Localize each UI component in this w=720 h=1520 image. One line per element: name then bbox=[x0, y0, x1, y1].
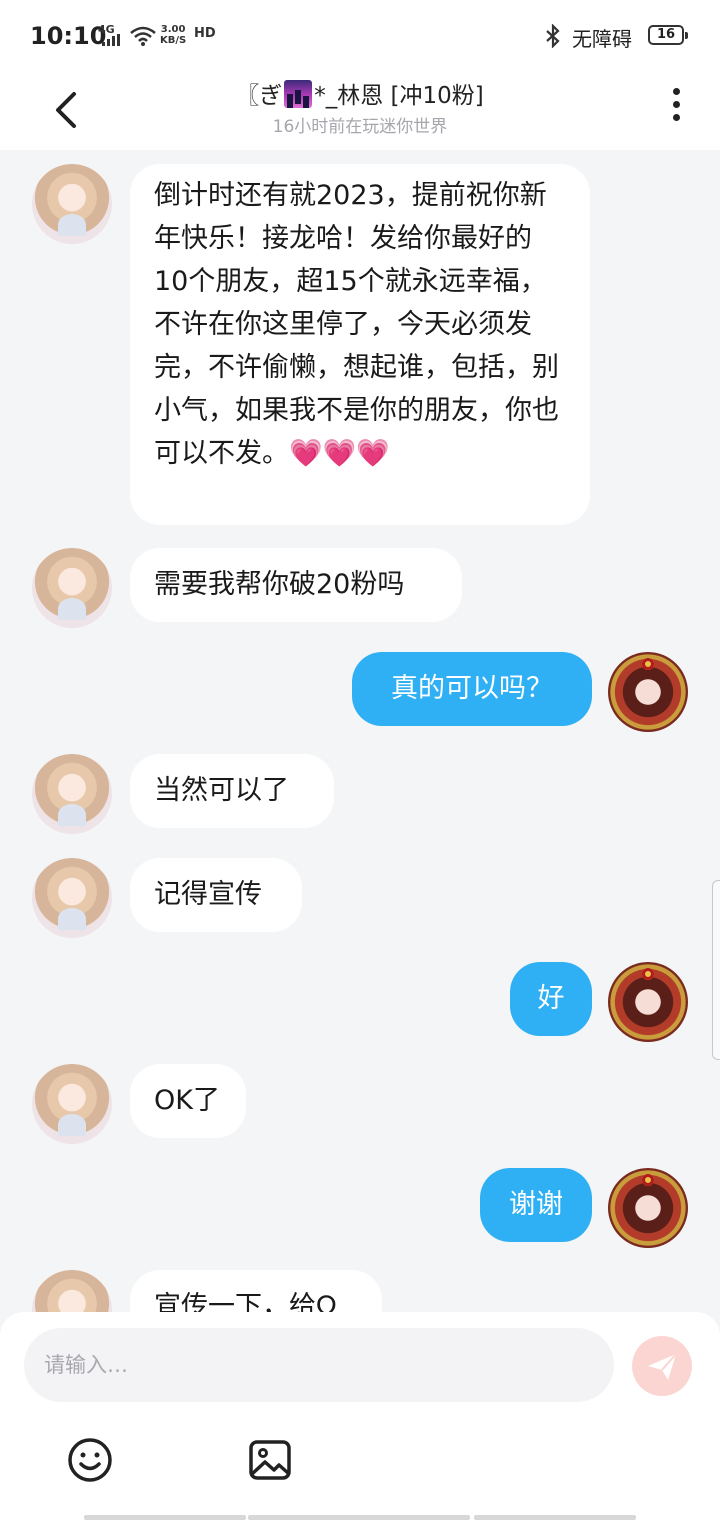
contact-avatar[interactable] bbox=[32, 1064, 112, 1144]
my-avatar[interactable] bbox=[608, 652, 688, 732]
contact-avatar[interactable] bbox=[32, 858, 112, 938]
nav-bar-segment bbox=[248, 1515, 470, 1520]
image-icon bbox=[249, 1440, 291, 1480]
message-bubble-outgoing: 好 bbox=[510, 962, 592, 1036]
nav-bar-segment bbox=[474, 1515, 636, 1520]
speed-unit: KB/S bbox=[160, 35, 187, 46]
last-active-status: 16小时前在玩迷你世界 bbox=[272, 117, 448, 137]
contact-avatar[interactable] bbox=[32, 754, 112, 834]
send-button[interactable] bbox=[632, 1336, 692, 1396]
more-vertical-icon bbox=[660, 88, 692, 121]
my-avatar[interactable] bbox=[608, 962, 688, 1042]
signal-icon bbox=[102, 34, 120, 46]
title-prefix: 〖ぎ bbox=[236, 83, 283, 109]
wifi-icon bbox=[130, 26, 156, 46]
speed-value: 3.00 bbox=[160, 24, 186, 35]
my-avatar[interactable] bbox=[608, 1168, 688, 1248]
input-bar bbox=[0, 1312, 720, 1520]
message-bubble-incoming: 当然可以了 bbox=[130, 754, 334, 828]
more-options-button[interactable] bbox=[660, 82, 692, 138]
chat-header: 〖ぎ *_林恩 [冲10粉] 16小时前在玩迷你世界 bbox=[0, 70, 720, 150]
title-suffix: *_林恩 [冲10粉] bbox=[314, 83, 484, 109]
emoji-button[interactable] bbox=[66, 1436, 114, 1484]
city-night-emoji-icon bbox=[284, 80, 313, 108]
accessibility-label: 无障碍 bbox=[572, 27, 632, 51]
contact-avatar[interactable] bbox=[32, 548, 112, 628]
paper-plane-icon bbox=[648, 1353, 677, 1380]
contact-avatar[interactable] bbox=[32, 1270, 112, 1312]
image-button[interactable] bbox=[246, 1436, 294, 1484]
network-speed: 3.00 KB/S bbox=[160, 24, 186, 46]
chat-title: 〖ぎ *_林恩 [冲10粉] bbox=[140, 76, 580, 110]
message-bubble-incoming: 记得宣传 bbox=[130, 858, 302, 932]
message-input[interactable] bbox=[24, 1328, 614, 1402]
message-bubble-outgoing: 真的可以吗？ bbox=[352, 652, 592, 726]
message-bubble-incoming: 倒计时还有就2023，提前祝你新年快乐！接龙哈！发给你最好的10个朋友，超15个… bbox=[130, 164, 590, 525]
status-bar: 10:10 4G 3.00 KB/S HD 无障碍 16 bbox=[0, 0, 720, 70]
bluetooth-icon bbox=[546, 24, 560, 48]
status-time: 10:10 bbox=[30, 22, 107, 50]
nav-bar-segment bbox=[84, 1515, 246, 1520]
message-bubble-incoming: 需要我帮你破20粉吗 bbox=[130, 548, 462, 622]
message-list[interactable]: 倒计时还有就2023，提前祝你新年快乐！接龙哈！发给你最好的10个朋友，超15个… bbox=[0, 150, 720, 1312]
smiley-icon bbox=[68, 1438, 112, 1482]
scrollbar-handle[interactable] bbox=[712, 880, 720, 1060]
contact-avatar[interactable] bbox=[32, 164, 112, 244]
message-bubble-outgoing: 谢谢 bbox=[480, 1168, 592, 1242]
battery-indicator: 16 bbox=[648, 25, 688, 45]
message-bubble-incoming: OK了 bbox=[130, 1064, 246, 1138]
message-bubble-incoming: 宣传一下，给Ω bbox=[130, 1270, 382, 1312]
hd-indicator: HD bbox=[194, 26, 216, 41]
